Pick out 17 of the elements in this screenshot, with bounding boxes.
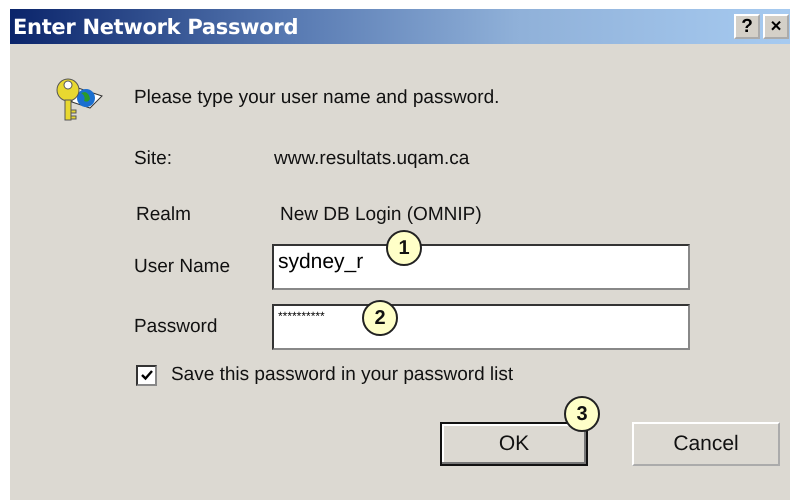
field-value: New DB Login (OMNIP) — [279, 204, 483, 226]
window-title: Enter Network Password — [12, 14, 298, 38]
field-label: User Name — [134, 256, 232, 278]
callout-badge: 3 — [564, 396, 600, 432]
checkbox-label: Save this password in your password list — [171, 364, 514, 386]
close-button[interactable]: × — [763, 14, 789, 39]
instruction-text: Please type your user name and password. — [134, 87, 500, 109]
checkmark-icon — [140, 368, 154, 382]
ok-button[interactable]: OK — [440, 422, 588, 466]
field-value: www.resultats.uqam.ca — [274, 148, 470, 170]
callout-badge: 1 — [386, 230, 422, 266]
field-label: Site: — [134, 148, 174, 170]
field-label: Realm — [135, 204, 192, 226]
field-label: Password — [134, 316, 218, 338]
help-button[interactable]: ? — [734, 14, 760, 39]
save-password-checkbox[interactable] — [136, 364, 157, 386]
cancel-button[interactable]: Cancel — [632, 422, 780, 466]
